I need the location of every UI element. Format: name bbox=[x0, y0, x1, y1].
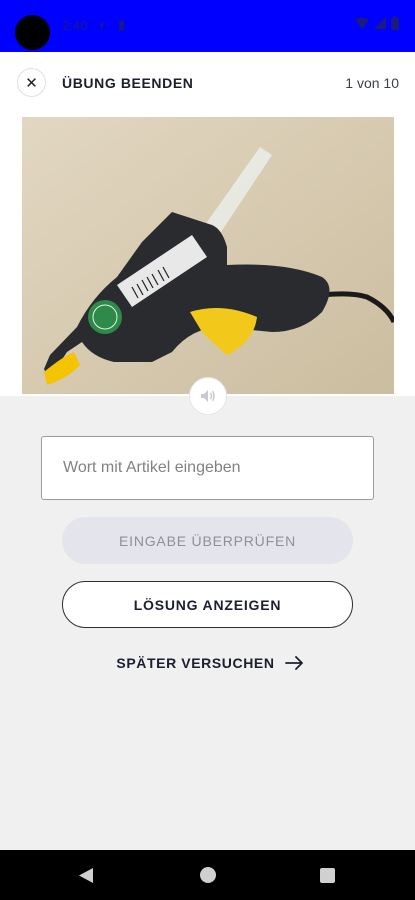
status-time: 2:40 bbox=[62, 18, 88, 33]
camera-cutout bbox=[15, 15, 50, 50]
status-bar: 2:40 ◐ ▮ bbox=[0, 0, 415, 52]
wifi-icon bbox=[355, 17, 369, 29]
check-answer-button[interactable]: EINGABE ÜBERPRÜFEN bbox=[62, 517, 353, 564]
close-icon: ✕ bbox=[25, 74, 38, 92]
end-exercise-title[interactable]: ÜBUNG BEENDEN bbox=[62, 75, 193, 91]
close-button[interactable]: ✕ bbox=[17, 68, 46, 97]
battery-saver-icon: ▮ bbox=[118, 17, 126, 32]
play-sound-button[interactable] bbox=[189, 377, 227, 415]
speaker-icon bbox=[201, 390, 215, 402]
exercise-image bbox=[22, 117, 394, 394]
try-later-button[interactable]: SPÄTER VERSUCHEN bbox=[0, 655, 415, 671]
glue-gun-image bbox=[22, 117, 394, 394]
exercise-header: ✕ ÜBUNG BEENDEN 1 von 10 bbox=[0, 52, 415, 112]
settings-icon: ◐ bbox=[99, 17, 107, 32]
answer-input[interactable] bbox=[41, 436, 374, 500]
back-icon[interactable] bbox=[78, 867, 94, 884]
show-solution-button[interactable]: LÖSUNG ANZEIGEN bbox=[62, 581, 353, 628]
progress-counter: 1 von 10 bbox=[345, 75, 399, 91]
arrow-right-icon bbox=[284, 656, 303, 670]
system-nav-bar bbox=[0, 850, 415, 900]
try-later-label: SPÄTER VERSUCHEN bbox=[116, 655, 275, 671]
signal-icon bbox=[374, 17, 386, 29]
recent-apps-icon[interactable] bbox=[320, 868, 335, 883]
exercise-image-area bbox=[0, 112, 415, 396]
home-icon[interactable] bbox=[200, 867, 216, 883]
battery-icon bbox=[391, 16, 399, 30]
